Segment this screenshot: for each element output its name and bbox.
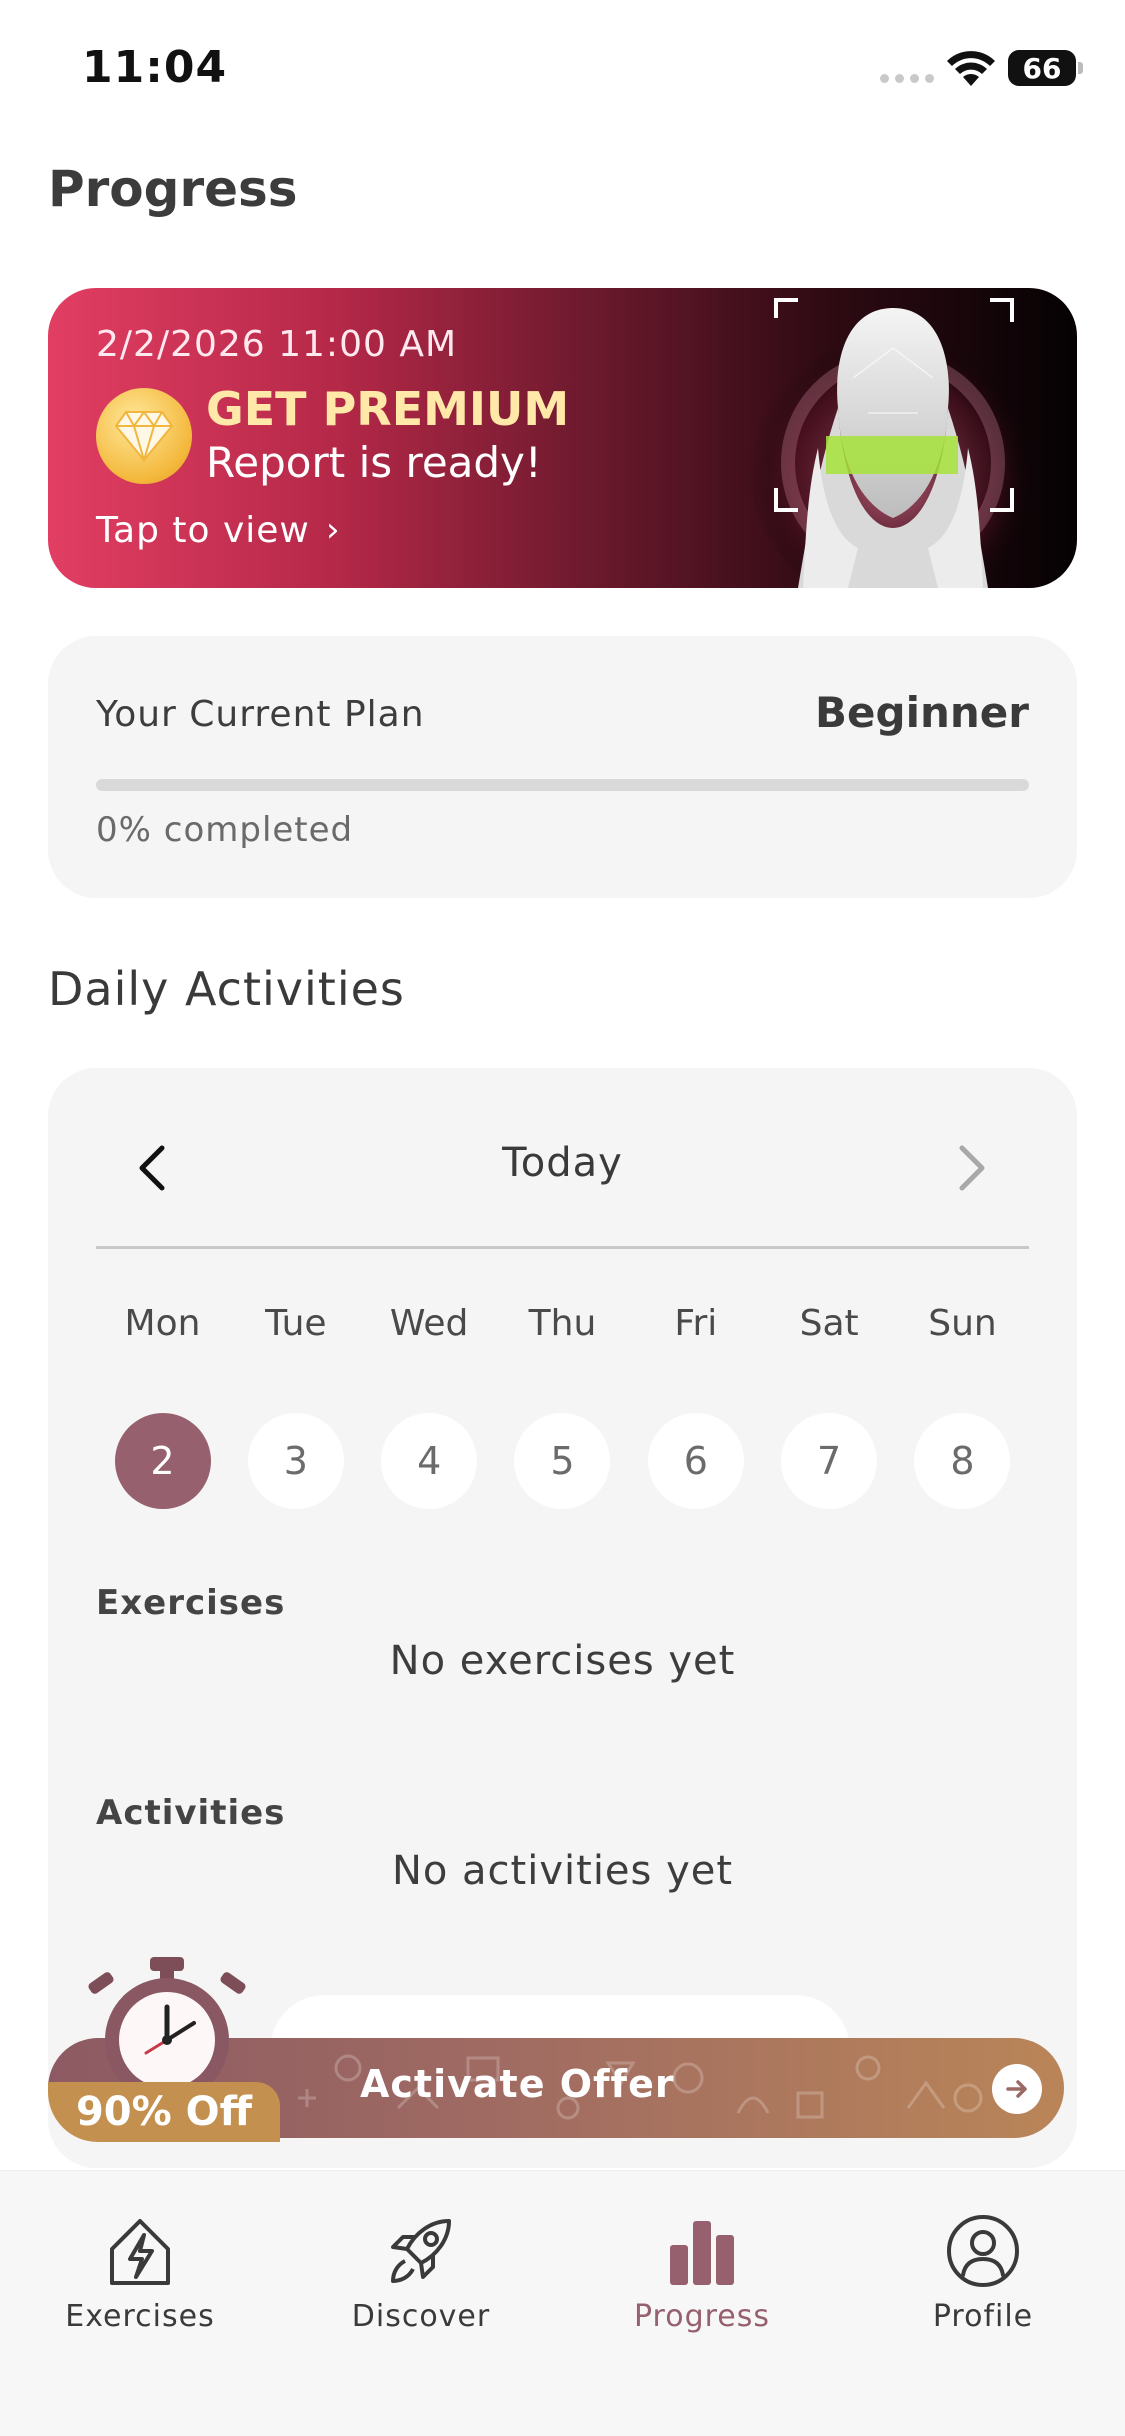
day-number[interactable]: 3	[247, 1413, 344, 1509]
activities-empty-text: No activities yet	[391, 1848, 734, 1894]
day-name: Sat	[799, 1303, 859, 1344]
face-scan-illustration	[748, 298, 1038, 588]
arrow-right-icon	[992, 2064, 1042, 2114]
day-name: Tue	[265, 1303, 327, 1344]
tab-label: Discover	[351, 2299, 491, 2334]
status-bar: 11:04 66	[0, 0, 1125, 135]
day-wed[interactable]: Wed 4	[363, 1303, 496, 1509]
daily-activities-title: Daily Activities	[48, 962, 405, 1016]
exercises-icon	[110, 2219, 170, 2285]
cellular-signal-icon	[880, 74, 934, 83]
day-number[interactable]: 8	[914, 1413, 1011, 1509]
day-number-selected[interactable]: 2	[114, 1413, 211, 1509]
divider	[96, 1246, 1029, 1249]
discount-badge: 90% Off	[48, 2082, 280, 2142]
profile-icon	[947, 2215, 1019, 2287]
day-sun[interactable]: Sun 8	[896, 1303, 1029, 1509]
wifi-icon	[947, 51, 995, 86]
battery-icon: 66	[1008, 50, 1083, 86]
current-plan-card: Your Current Plan Beginner 0% completed	[48, 636, 1077, 898]
exercises-empty-text: No exercises yet	[389, 1638, 736, 1684]
day-name: Wed	[389, 1303, 469, 1344]
banner-title: GET PREMIUM	[206, 382, 570, 436]
day-mon[interactable]: Mon 2	[96, 1303, 229, 1509]
day-number[interactable]: 7	[781, 1413, 878, 1509]
day-sat[interactable]: Sat 7	[763, 1303, 896, 1509]
tab-exercises[interactable]: Exercises	[30, 2211, 250, 2334]
tap-to-view-link[interactable]: Tap to view	[96, 510, 310, 551]
tab-discover[interactable]: Discover	[311, 2211, 531, 2334]
day-tue[interactable]: Tue 3	[229, 1303, 362, 1509]
chevron-right-icon: ›	[326, 510, 340, 550]
exercises-label: Exercises	[96, 1583, 286, 1623]
discount-text: 90% Off	[75, 2089, 253, 2135]
plan-progress-text: 0% completed	[96, 810, 354, 850]
day-number[interactable]: 5	[514, 1413, 611, 1509]
page-title: Progress	[48, 160, 298, 218]
bottom-tab-bar: Exercises Discover Progress Profile	[0, 2170, 1125, 2436]
date-nav-label: Today	[502, 1140, 623, 1186]
plan-progress-bar	[96, 779, 1029, 791]
day-name: Sun	[928, 1303, 997, 1344]
bar-chart-icon	[670, 2221, 734, 2285]
day-name: Fri	[674, 1303, 718, 1344]
activities-label: Activities	[96, 1793, 286, 1833]
activate-offer-label: Activate Offer	[360, 2062, 675, 2106]
plan-level: Beginner	[815, 688, 1029, 737]
tab-label: Exercises	[65, 2299, 215, 2334]
premium-report-banner[interactable]: 2/2/2026 11:00 AM GET PREMIUM Report is …	[48, 288, 1077, 588]
diamond-icon	[96, 388, 192, 484]
tab-progress[interactable]: Progress	[592, 2211, 812, 2334]
banner-subtitle: Report is ready!	[206, 438, 542, 487]
report-date: 2/2/2026 11:00 AM	[96, 324, 458, 365]
day-number[interactable]: 4	[381, 1413, 478, 1509]
plan-label: Your Current Plan	[96, 694, 425, 735]
day-number[interactable]: 6	[647, 1413, 744, 1509]
tab-label: Progress	[633, 2299, 771, 2334]
status-time: 11:04	[82, 42, 228, 93]
week-strip: Mon 2 Tue 3 Wed 4 Thu 5 Fri 6 Sat 7 Sun …	[96, 1303, 1029, 1509]
rocket-icon	[391, 2219, 451, 2283]
tab-label: Profile	[932, 2299, 1034, 2334]
day-name: Mon	[124, 1303, 201, 1344]
tab-profile[interactable]: Profile	[873, 2211, 1093, 2334]
chevron-right-icon[interactable]	[948, 1138, 996, 1198]
day-name: Thu	[528, 1303, 597, 1344]
day-thu[interactable]: Thu 5	[496, 1303, 629, 1509]
day-fri[interactable]: Fri 6	[629, 1303, 762, 1509]
